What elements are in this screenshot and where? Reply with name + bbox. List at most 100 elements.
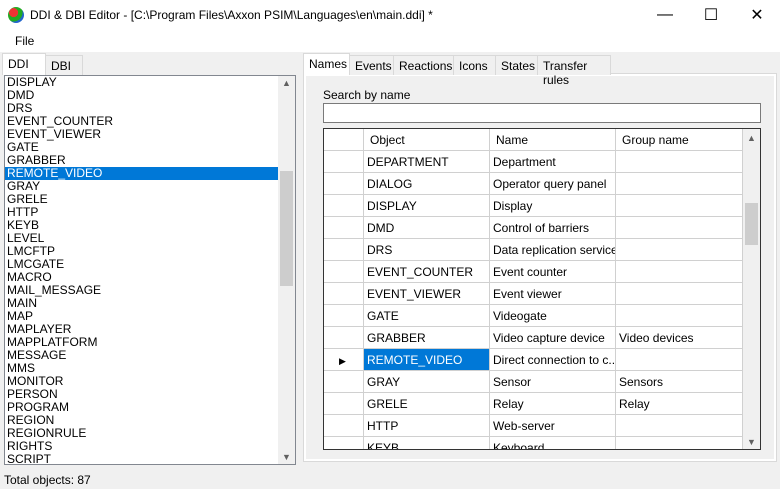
row-header[interactable]	[324, 371, 364, 393]
row-header[interactable]	[324, 239, 364, 261]
table-row[interactable]: HTTP Web-server	[324, 415, 743, 437]
cell-object[interactable]: DMD	[364, 217, 490, 239]
cell-group[interactable]	[616, 349, 743, 371]
row-header[interactable]	[324, 305, 364, 327]
cell-group[interactable]: Relay	[616, 393, 743, 415]
tab-states[interactable]: States	[495, 55, 538, 75]
tab-ddi[interactable]: DDI	[2, 53, 46, 75]
names-grid[interactable]: Object Name Group name DEPARTMENT Departm…	[323, 128, 761, 450]
cell-name[interactable]: Keyboard	[490, 437, 616, 449]
scroll-up-icon[interactable]: ▲	[278, 78, 295, 88]
minimize-button[interactable]: —	[642, 0, 688, 30]
tab-icons[interactable]: Icons	[453, 55, 496, 75]
search-input[interactable]	[323, 103, 761, 123]
table-row[interactable]: GATE Videogate	[324, 305, 743, 327]
list-item[interactable]: DISPLAY	[5, 76, 278, 89]
cell-name[interactable]: Display	[490, 195, 616, 217]
column-header-object[interactable]: Object	[364, 129, 490, 151]
cell-object[interactable]: HTTP	[364, 415, 490, 437]
row-header[interactable]	[324, 415, 364, 437]
cell-group[interactable]	[616, 195, 743, 217]
list-item[interactable]: DMD	[5, 89, 278, 102]
cell-name[interactable]: Operator query panel	[490, 173, 616, 195]
row-header[interactable]	[324, 217, 364, 239]
menu-file[interactable]: File	[15, 34, 34, 48]
tab-reactions[interactable]: Reactions	[393, 55, 454, 75]
scroll-thumb[interactable]	[745, 203, 758, 245]
cell-name[interactable]: Event counter	[490, 261, 616, 283]
grid-scrollbar[interactable]: ▲ ▼	[743, 129, 760, 449]
scroll-down-icon[interactable]: ▼	[278, 452, 295, 462]
cell-name[interactable]: Sensor	[490, 371, 616, 393]
cell-object[interactable]: GRABBER	[364, 327, 490, 349]
list-scrollbar[interactable]: ▲ ▼	[278, 76, 295, 464]
cell-object[interactable]: EVENT_COUNTER	[364, 261, 490, 283]
cell-group[interactable]	[616, 437, 743, 449]
cell-name[interactable]: Direct connection to c...	[490, 349, 616, 371]
table-row[interactable]: GRAY Sensor Sensors	[324, 371, 743, 393]
table-row[interactable]: DRS Data replication service	[324, 239, 743, 261]
list-item[interactable]: MAIL_MESSAGE	[5, 284, 278, 297]
cell-group[interactable]	[616, 173, 743, 195]
table-row[interactable]: EVENT_VIEWER Event viewer	[324, 283, 743, 305]
cell-object[interactable]: GATE	[364, 305, 490, 327]
list-item[interactable]: EVENT_VIEWER	[5, 128, 278, 141]
row-header[interactable]	[324, 327, 364, 349]
cell-group[interactable]	[616, 217, 743, 239]
cell-group[interactable]	[616, 415, 743, 437]
cell-name[interactable]: Web-server	[490, 415, 616, 437]
cell-name[interactable]: Videogate	[490, 305, 616, 327]
cell-name[interactable]: Department	[490, 151, 616, 173]
row-header[interactable]	[324, 173, 364, 195]
table-row[interactable]: KEYB Keyboard	[324, 437, 743, 449]
cell-name[interactable]: Relay	[490, 393, 616, 415]
cell-name[interactable]: Data replication service	[490, 239, 616, 261]
row-header[interactable]	[324, 393, 364, 415]
table-row[interactable]: GRELE Relay Relay	[324, 393, 743, 415]
cell-name[interactable]: Event viewer	[490, 283, 616, 305]
list-item[interactable]: GRELE	[5, 193, 278, 206]
cell-object[interactable]: GRELE	[364, 393, 490, 415]
cell-object[interactable]: EVENT_VIEWER	[364, 283, 490, 305]
cell-object[interactable]: REMOTE_VIDEO	[364, 349, 490, 371]
tab-transfer-rules[interactable]: Transfer rules	[537, 55, 611, 87]
tab-dbi[interactable]: DBI	[45, 55, 83, 75]
cell-group[interactable]	[616, 305, 743, 327]
tab-events[interactable]: Events	[349, 55, 394, 75]
cell-group[interactable]	[616, 261, 743, 283]
table-row[interactable]: DISPLAY Display	[324, 195, 743, 217]
column-header-group[interactable]: Group name	[616, 129, 743, 151]
cell-group[interactable]	[616, 151, 743, 173]
row-header[interactable]	[324, 195, 364, 217]
cell-group[interactable]	[616, 283, 743, 305]
cell-object[interactable]: DIALOG	[364, 173, 490, 195]
cell-object[interactable]: DRS	[364, 239, 490, 261]
maximize-button[interactable]: ☐	[688, 0, 734, 30]
cell-name[interactable]: Control of barriers	[490, 217, 616, 239]
list-item[interactable]: HTTP	[5, 206, 278, 219]
column-header-name[interactable]: Name	[490, 129, 616, 151]
list-item[interactable]: KEYB	[5, 219, 278, 232]
row-header[interactable]: ▶	[324, 349, 364, 371]
row-header[interactable]	[324, 261, 364, 283]
object-list[interactable]: DISPLAY DMD DRS EVENT_COUNTER EVENT_VIEWER GA…	[4, 75, 296, 465]
scroll-up-icon[interactable]: ▲	[743, 133, 760, 143]
table-row[interactable]: DMD Control of barriers	[324, 217, 743, 239]
cell-group[interactable]: Sensors	[616, 371, 743, 393]
table-row[interactable]: DEPARTMENT Department	[324, 151, 743, 173]
list-item[interactable]: SCRIPT	[5, 453, 278, 465]
row-header[interactable]	[324, 151, 364, 173]
list-item[interactable]: MAIN	[5, 297, 278, 310]
row-header[interactable]	[324, 437, 364, 449]
cell-object[interactable]: DEPARTMENT	[364, 151, 490, 173]
tab-names[interactable]: Names	[303, 53, 350, 75]
list-item[interactable]: MESSAGE	[5, 349, 278, 362]
cell-name[interactable]: Video capture device	[490, 327, 616, 349]
close-button[interactable]: ✕	[734, 0, 780, 30]
table-row[interactable]: ▶ REMOTE_VIDEO Direct connection to c...	[324, 349, 743, 371]
list-item[interactable]: REMOTE_VIDEO	[5, 167, 278, 180]
cell-object[interactable]: GRAY	[364, 371, 490, 393]
table-row[interactable]: EVENT_COUNTER Event counter	[324, 261, 743, 283]
cell-group[interactable]: Video devices	[616, 327, 743, 349]
table-row[interactable]: DIALOG Operator query panel	[324, 173, 743, 195]
